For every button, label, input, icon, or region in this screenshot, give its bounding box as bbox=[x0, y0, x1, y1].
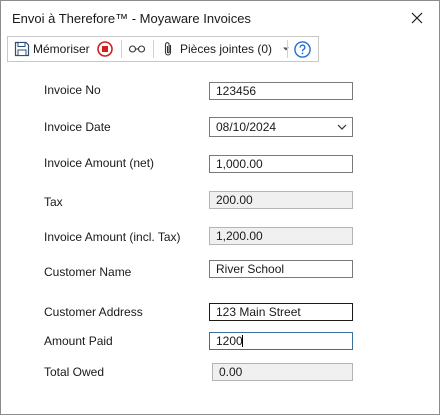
toolbar-separator bbox=[287, 40, 288, 58]
glasses-icon bbox=[128, 45, 146, 53]
invoice-amount-incl-label: Invoice Amount (incl. Tax) bbox=[44, 230, 181, 244]
toolbar-separator bbox=[153, 40, 154, 58]
dialog-window: Envoi à Therefore™ - Moyaware Invoices M… bbox=[0, 0, 440, 415]
invoice-amount-incl-field: 1,200.00 bbox=[209, 227, 353, 245]
customer-address-label: Customer Address bbox=[44, 305, 143, 319]
paperclip-icon bbox=[164, 42, 172, 56]
invoice-amount-net-field[interactable] bbox=[209, 155, 353, 173]
total-owed-label: Total Owed bbox=[44, 365, 105, 379]
view-button[interactable] bbox=[128, 37, 146, 61]
amount-paid-field[interactable] bbox=[209, 332, 353, 350]
attachments-button[interactable]: Pièces jointes (0) bbox=[162, 37, 290, 61]
customer-name-label: Customer Name bbox=[44, 265, 132, 279]
toolbar-separator bbox=[121, 40, 122, 58]
amount-paid-label: Amount Paid bbox=[44, 334, 113, 348]
save-button[interactable]: Mémoriser bbox=[14, 37, 90, 61]
stop-icon bbox=[97, 41, 113, 57]
close-icon bbox=[411, 12, 423, 24]
close-button[interactable] bbox=[395, 1, 439, 35]
window-title: Envoi à Therefore™ - Moyaware Invoices bbox=[12, 11, 251, 26]
customer-name-field[interactable] bbox=[209, 260, 353, 278]
title-bar[interactable]: Envoi à Therefore™ - Moyaware Invoices bbox=[1, 1, 439, 35]
amount-paid-input[interactable] bbox=[210, 333, 352, 349]
invoice-amount-net-label: Invoice Amount (net) bbox=[44, 156, 155, 170]
toolbar: Mémoriser Pièces jointes (0) bbox=[7, 36, 319, 62]
invoice-no-field[interactable] bbox=[209, 82, 353, 100]
total-owed-value: 0.00 bbox=[219, 365, 243, 379]
customer-name-input[interactable] bbox=[210, 261, 352, 277]
invoice-date-value: 08/10/2024 bbox=[216, 120, 277, 134]
invoice-date-label: Invoice Date bbox=[44, 120, 111, 134]
invoice-date-picker[interactable]: 08/10/2024 bbox=[209, 117, 353, 137]
customer-address-field[interactable] bbox=[209, 303, 353, 321]
total-owed-field: 0.00 bbox=[212, 363, 353, 381]
tax-value: 200.00 bbox=[216, 193, 253, 207]
invoice-amount-incl-value: 1,200.00 bbox=[216, 229, 263, 243]
invoice-no-label: Invoice No bbox=[44, 83, 101, 97]
invoice-amount-net-input[interactable] bbox=[210, 156, 352, 172]
attachments-label: Pièces jointes (0) bbox=[180, 42, 273, 56]
save-label: Mémoriser bbox=[33, 42, 90, 56]
help-button[interactable] bbox=[294, 37, 311, 61]
help-icon bbox=[294, 40, 311, 58]
stop-button[interactable] bbox=[97, 37, 113, 61]
customer-address-input[interactable] bbox=[210, 304, 352, 320]
invoice-no-input[interactable] bbox=[210, 83, 352, 99]
text-caret bbox=[242, 335, 243, 347]
tax-field: 200.00 bbox=[209, 191, 353, 209]
save-icon bbox=[14, 41, 30, 57]
chevron-down-icon[interactable] bbox=[337, 123, 347, 131]
tax-label: Tax bbox=[44, 195, 63, 209]
